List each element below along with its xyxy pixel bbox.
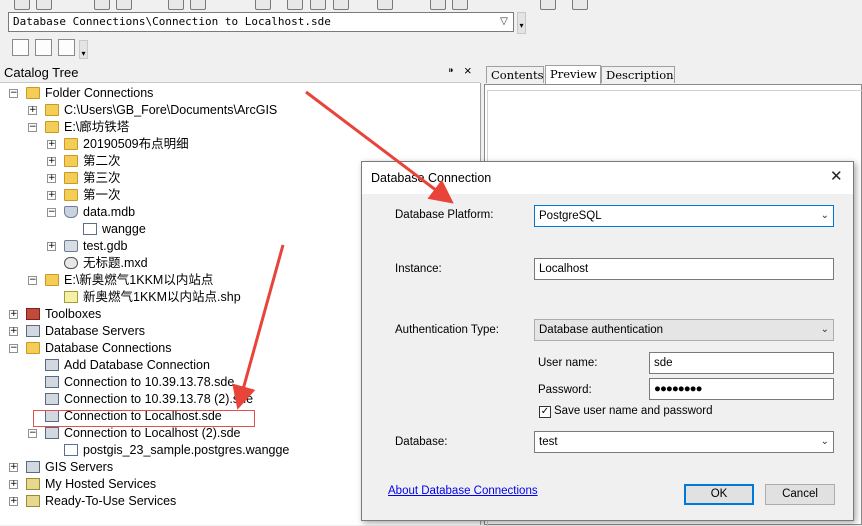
arrow-to-platform xyxy=(305,90,454,204)
arrow-to-connection xyxy=(232,244,285,410)
arrow-annotations xyxy=(232,90,454,410)
